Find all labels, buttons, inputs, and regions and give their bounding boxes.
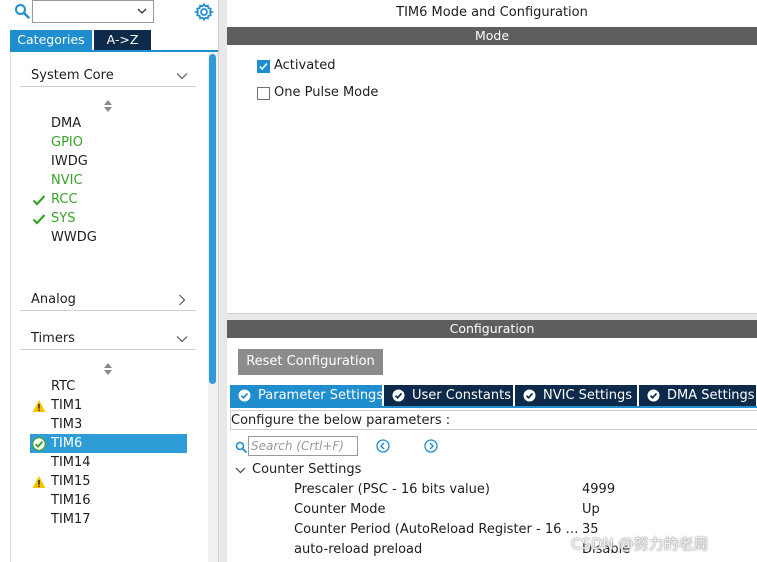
- sort-icon[interactable]: [104, 363, 112, 375]
- tree-item-gpio[interactable]: GPIO: [30, 133, 187, 152]
- tree-item-label: DMA: [51, 116, 82, 131]
- group-label: Counter Settings: [252, 462, 362, 477]
- tree-item-label: TIM17: [51, 512, 91, 527]
- tree-item-tim16[interactable]: TIM16: [30, 491, 187, 510]
- parameter-name: Counter Period (AutoReload Register - 16…: [294, 522, 580, 537]
- tree-item-iwdg[interactable]: IWDG: [30, 152, 187, 171]
- reset-configuration-button[interactable]: Reset Configuration: [238, 349, 383, 375]
- parameter-value[interactable]: Up: [582, 500, 600, 520]
- tree-item-tim15[interactable]: TIM15: [30, 472, 187, 491]
- tree-item-label: TIM6: [51, 436, 83, 451]
- parameter-name: Counter Mode: [294, 502, 386, 517]
- tree-scrollbar[interactable]: [208, 52, 218, 562]
- tree-item-rtc[interactable]: RTC: [30, 377, 187, 396]
- check-circle-icon: [523, 389, 536, 402]
- parameter-row[interactable]: Counter Mode Up: [294, 500, 757, 520]
- tab-user-constants[interactable]: User Constants: [384, 385, 514, 406]
- left-panel: Categories A->Z System Core DMA GPIO IWDG N…: [0, 0, 218, 562]
- tree-item-tim17[interactable]: TIM17: [30, 510, 187, 529]
- checkbox-box[interactable]: [257, 87, 270, 100]
- tree-item-label: WWDG: [51, 230, 97, 245]
- tab-label: DMA Settings: [667, 388, 755, 403]
- page-title: TIM6 Mode and Configuration: [396, 5, 588, 20]
- configuration-area: Reset Configuration Parameter Settings U…: [227, 338, 757, 562]
- check-icon: [259, 63, 268, 71]
- configure-parameters-label: Configure the below parameters :: [230, 410, 757, 430]
- chevron-down-icon[interactable]: [235, 465, 246, 476]
- category-timers[interactable]: Timers: [20, 328, 196, 350]
- category-search-combo[interactable]: [32, 0, 154, 23]
- tab-parameter-settings[interactable]: Parameter Settings: [230, 385, 383, 406]
- tree-item-label: RCC: [51, 192, 78, 207]
- checkbox-box[interactable]: [257, 60, 270, 73]
- configuration-tabs: Parameter Settings User Constants NVIC S…: [230, 385, 757, 406]
- mode-area: Activated One Pulse Mode: [227, 45, 757, 313]
- check-circle-icon: [238, 389, 251, 402]
- search-icon: [235, 441, 247, 453]
- tab-nvic-settings[interactable]: NVIC Settings: [515, 385, 638, 406]
- tree-item-label: TIM3: [51, 417, 83, 432]
- horizontal-splitter[interactable]: [227, 313, 757, 320]
- tree-item-tim14[interactable]: TIM14: [30, 453, 187, 472]
- chevron-down-icon[interactable]: [176, 333, 188, 345]
- vertical-splitter[interactable]: [218, 0, 227, 562]
- tree-item-dma[interactable]: DMA: [30, 114, 187, 133]
- tab-categories[interactable]: Categories: [10, 30, 92, 50]
- tab-dma-settings[interactable]: DMA Settings: [639, 385, 757, 406]
- chevron-down-icon[interactable]: [136, 5, 148, 17]
- chevron-right-icon[interactable]: [176, 294, 188, 306]
- tab-label: User Constants: [412, 388, 511, 403]
- parameter-row[interactable]: Prescaler (PSC - 16 bits value) 4999: [294, 480, 757, 500]
- parameter-name: auto-reload preload: [294, 542, 423, 557]
- tree-item-label: GPIO: [51, 135, 83, 150]
- tree-item-tim3[interactable]: TIM3: [30, 415, 187, 434]
- category-system-core[interactable]: System Core: [20, 65, 196, 87]
- check-circle-icon: [647, 389, 660, 402]
- search-next-icon[interactable]: [424, 439, 438, 453]
- check-circle-icon: [392, 389, 405, 402]
- watermark: CSDN @努力的老周: [571, 535, 709, 553]
- tree-item-tim6[interactable]: TIM6: [30, 434, 187, 453]
- tree-item-label: TIM14: [51, 455, 91, 470]
- check-icon: [32, 195, 46, 206]
- search-previous-icon[interactable]: [376, 439, 390, 453]
- tree-item-tim1[interactable]: TIM1: [30, 396, 187, 415]
- tab-a-z[interactable]: A->Z: [94, 30, 151, 50]
- tree-item-label: TIM15: [51, 474, 91, 489]
- tree-item-rcc[interactable]: RCC: [30, 190, 187, 209]
- tree-item-label: NVIC: [51, 173, 83, 188]
- sort-icon[interactable]: [104, 100, 112, 112]
- tree-item-label: TIM1: [51, 398, 83, 413]
- one-pulse-mode-label: One Pulse Mode: [274, 85, 379, 100]
- search-icon[interactable]: [14, 3, 30, 19]
- check-circle-icon: [32, 437, 46, 451]
- check-icon: [32, 214, 46, 225]
- configuration-section-header: Configuration: [227, 320, 757, 338]
- parameter-search-input[interactable]: [248, 436, 358, 456]
- mode-section-header: Mode: [227, 27, 757, 45]
- tree-item-wwdg[interactable]: WWDG: [30, 228, 187, 247]
- tree-item-label: SYS: [51, 211, 76, 226]
- scroll-thumb[interactable]: [209, 54, 216, 384]
- parameter-value[interactable]: 4999: [582, 480, 615, 500]
- tab-label: NVIC Settings: [543, 388, 632, 403]
- tab-label: Parameter Settings: [258, 388, 384, 403]
- category-analog[interactable]: Analog: [20, 289, 196, 311]
- tree-item-nvic[interactable]: NVIC: [30, 171, 187, 190]
- tree-item-label: RTC: [51, 379, 76, 394]
- category-label: System Core: [31, 68, 114, 83]
- parameter-name: Prescaler (PSC - 16 bits value): [294, 482, 490, 497]
- category-search-input[interactable]: [33, 1, 129, 22]
- warning-icon: [32, 400, 46, 412]
- chevron-down-icon[interactable]: [176, 70, 188, 82]
- warning-icon: [32, 476, 46, 488]
- tree-item-label: IWDG: [51, 154, 88, 169]
- category-label: Analog: [31, 292, 76, 307]
- category-label: Timers: [31, 331, 75, 346]
- tree-item-label: TIM16: [51, 493, 91, 508]
- tree-item-sys[interactable]: SYS: [30, 209, 187, 228]
- tab-underline: [230, 406, 757, 408]
- gear-icon[interactable]: [194, 2, 214, 22]
- activated-label: Activated: [274, 58, 336, 73]
